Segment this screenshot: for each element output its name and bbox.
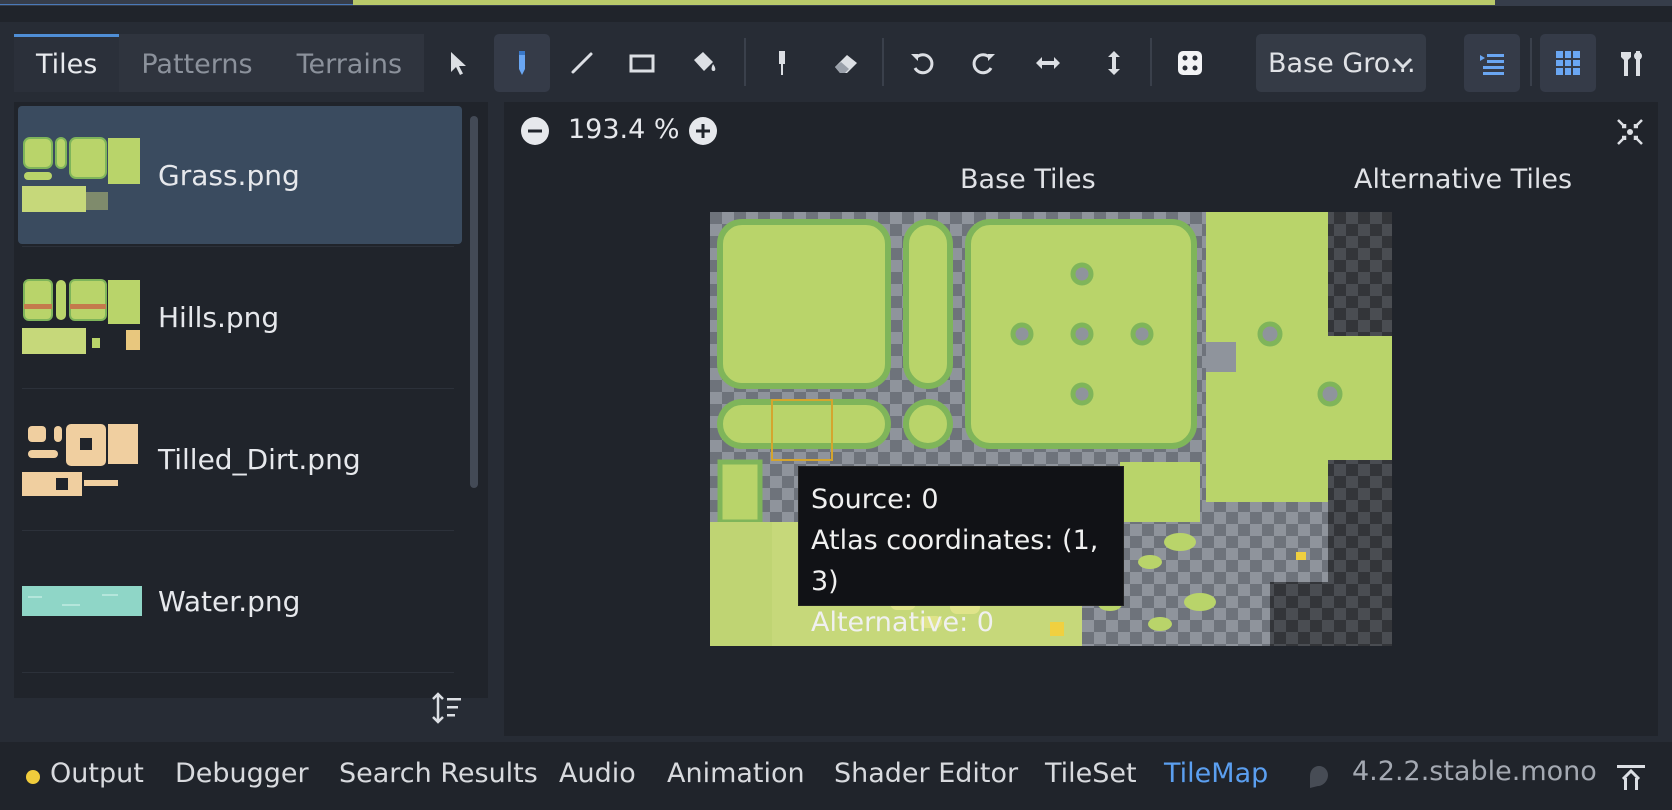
rect-icon: [629, 54, 655, 73]
bottom-tab-audio[interactable]: Audio: [559, 758, 636, 789]
tile-sources-list: Grass.png Hills.png Tilled_Dirt.png Wate…: [14, 102, 488, 698]
source-label: Water.png: [158, 584, 301, 618]
tab-terrains[interactable]: Terrains: [274, 34, 425, 92]
timeline-fill: [353, 0, 1495, 5]
rect-tool-button[interactable]: [614, 34, 670, 92]
tilemap-tabs: Tiles Patterns Terrains: [14, 34, 425, 92]
tooltip-atlas-coords: Atlas coordinates: (1, 3): [811, 525, 1099, 597]
water-thumbnail: [22, 586, 142, 616]
list-divider: [22, 672, 454, 673]
timeline-line: [0, 4, 353, 5]
tilemap-editor: Tiles Patterns Terrains Base Gro... Gras…: [0, 22, 1672, 742]
tooltip-source: Source: 0: [811, 484, 939, 515]
eraser-icon: [835, 55, 857, 73]
toolbar-separator: [882, 38, 884, 86]
tooltip-alternative: Alternative: 0: [811, 607, 994, 638]
line-icon: [571, 52, 593, 74]
picker-icon: [779, 51, 785, 75]
bottom-tab-debugger[interactable]: Debugger: [175, 758, 309, 789]
rotate-right-icon: [972, 53, 995, 75]
list-divider: [22, 388, 454, 389]
output-status-dot: [26, 770, 40, 784]
grid-toggle-button[interactable]: [1540, 34, 1596, 92]
tilled-dirt-thumbnail: [22, 420, 142, 496]
update-spinner-icon: [1310, 766, 1328, 788]
source-label: Tilled_Dirt.png: [158, 442, 361, 476]
zoom-level: 193.4 %: [568, 114, 680, 145]
bottom-tab-search-results[interactable]: Search Results: [339, 758, 538, 789]
layer-select[interactable]: Base Gro...: [1256, 34, 1426, 92]
bottom-tab-shader-editor[interactable]: Shader Editor: [834, 758, 1018, 789]
list-divider: [22, 246, 454, 247]
layers-list-icon: [1480, 54, 1504, 75]
tools-settings-button[interactable]: [1604, 34, 1660, 92]
rotate-right-button[interactable]: [956, 34, 1012, 92]
tab-patterns[interactable]: Patterns: [119, 34, 275, 92]
center-view-icon[interactable]: [1614, 116, 1646, 148]
source-item-grass[interactable]: Grass.png: [18, 106, 462, 244]
bucket-tool-button[interactable]: [676, 34, 732, 92]
flip-vertical-button[interactable]: [1086, 34, 1142, 92]
random-tile-button[interactable]: [1162, 34, 1218, 92]
grass-thumbnail: [22, 136, 142, 212]
line-tool-button[interactable]: [554, 34, 610, 92]
base-tiles-header: Base Tiles: [960, 164, 1096, 195]
bottom-tab-output[interactable]: Output: [50, 758, 144, 789]
source-label: Grass.png: [158, 158, 300, 192]
toolbar-separator: [1150, 38, 1152, 86]
list-divider: [22, 530, 454, 531]
tools-icon: [1621, 51, 1642, 76]
bottom-tab-tilemap[interactable]: TileMap: [1164, 758, 1268, 789]
list-scrollbar[interactable]: [470, 116, 478, 488]
alternative-tiles-header: Alternative Tiles: [1354, 164, 1573, 195]
zoom-in-icon[interactable]: [688, 116, 718, 146]
version-label: 4.2.2.stable.mono: [1352, 756, 1597, 787]
grid-icon: [1556, 51, 1580, 75]
rotate-left-button[interactable]: [894, 34, 950, 92]
chevron-down-icon: [1393, 57, 1413, 70]
hills-thumbnail: [22, 278, 142, 354]
bottom-panel-bar: Output Debugger Search Results Audio Ani…: [0, 742, 1672, 810]
source-item-hills[interactable]: Hills.png: [18, 248, 462, 386]
tab-tiles[interactable]: Tiles: [14, 34, 120, 92]
toolbar-separator: [1530, 38, 1532, 86]
pencil-icon: [519, 51, 525, 75]
bucket-icon: [694, 52, 716, 71]
dice-icon: [1178, 51, 1202, 75]
flip-horizontal-button[interactable]: [1020, 34, 1076, 92]
eraser-tool-button[interactable]: [818, 34, 874, 92]
toolbar-separator: [744, 38, 746, 86]
layers-highlight-button[interactable]: [1464, 34, 1520, 92]
source-item-water[interactable]: Water.png: [18, 532, 462, 670]
top-timeline-strip: [0, 0, 1672, 22]
zoom-out-icon[interactable]: [520, 116, 550, 146]
sort-icon[interactable]: [428, 688, 468, 728]
flip-h-icon: [1036, 57, 1060, 69]
paint-tool-button[interactable]: [494, 34, 550, 92]
bottom-tab-tileset[interactable]: TileSet: [1045, 758, 1137, 789]
select-arrow-icon: [451, 52, 466, 75]
bottom-tab-animation[interactable]: Animation: [667, 758, 805, 789]
select-tool-button[interactable]: [430, 34, 486, 92]
source-item-tilled-dirt[interactable]: Tilled_Dirt.png: [18, 390, 462, 528]
flip-v-icon: [1108, 51, 1120, 75]
expand-panel-icon[interactable]: [1614, 762, 1648, 792]
picker-tool-button[interactable]: [754, 34, 810, 92]
tile-tooltip: Source: 0 Atlas coordinates: (1, 3) Alte…: [798, 466, 1124, 638]
rotate-left-icon: [911, 53, 934, 75]
source-label: Hills.png: [158, 300, 280, 334]
